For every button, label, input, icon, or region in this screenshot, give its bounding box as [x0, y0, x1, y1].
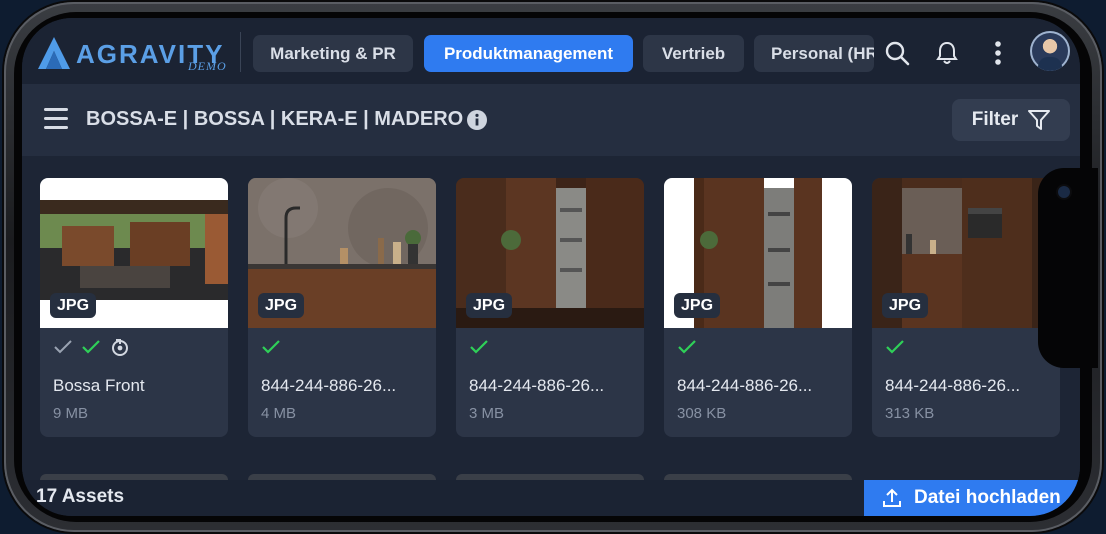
asset-card[interactable]: JPG Bossa Front 9 MB [40, 178, 228, 437]
file-type-badge: JPG [674, 293, 721, 318]
check-green-icon [886, 340, 904, 354]
collection-breadcrumb: BOSSA-E | BOSSA | KERA-E | MADERO [86, 108, 464, 130]
logo-sub: DEMO [188, 59, 227, 73]
status-icons [54, 338, 130, 356]
app-screen: AGRAVITY DEMO Marketing & PR Produktmana… [22, 18, 1080, 516]
check-green-icon [470, 340, 488, 354]
tab-vertrieb[interactable]: Vertrieb [643, 35, 744, 72]
check-green-icon [678, 340, 696, 354]
more-vertical-icon[interactable] [983, 38, 1013, 68]
logo-mark-icon [38, 37, 70, 69]
filter-label: Filter [971, 109, 1019, 130]
phone-camera-housing [1038, 168, 1098, 368]
filter-icon [1028, 110, 1051, 130]
search-icon[interactable] [882, 38, 912, 68]
check-green-icon [82, 340, 100, 354]
asset-title: Bossa Front [53, 376, 145, 395]
sync-icon [112, 339, 128, 356]
file-type-badge: JPG [258, 293, 305, 318]
asset-size: 3 MB [469, 405, 505, 422]
asset-size: 9 MB [53, 405, 89, 422]
tab-marketing[interactable]: Marketing & PR [253, 35, 413, 72]
asset-title: 844-244-886-26... [469, 376, 605, 395]
bell-icon[interactable] [932, 38, 962, 68]
collection-header: BOSSA-E | BOSSA | KERA-E | MADERO Filter [22, 84, 1080, 157]
upload-label: Datei hochladen [914, 487, 1061, 508]
status-icons [678, 338, 696, 356]
tab-personal[interactable]: Personal (HR) [754, 35, 874, 72]
status-icons [470, 338, 488, 356]
filter-button[interactable]: Filter [952, 99, 1070, 141]
footer-bar: 17 Assets Datei hochladen [22, 480, 1080, 516]
asset-card[interactable]: JPG 844-244-886-26... 313 KB [872, 178, 1060, 437]
status-icons [262, 338, 280, 356]
file-type-badge: JPG [466, 293, 513, 318]
asset-title: 844-244-886-26... [885, 376, 1021, 395]
check-grey-icon [54, 340, 72, 354]
upload-icon [883, 488, 901, 507]
asset-size: 313 KB [885, 405, 935, 422]
asset-size: 308 KB [677, 405, 727, 422]
asset-card[interactable]: JPG 844-244-886-26... 308 KB [664, 178, 852, 437]
check-green-icon [262, 340, 280, 354]
tab-produktmanagement[interactable]: Produktmanagement [424, 35, 633, 72]
asset-card[interactable]: JPG 844-244-886-26... 3 MB [456, 178, 644, 437]
asset-title: 844-244-886-26... [261, 376, 397, 395]
asset-card[interactable]: JPG 844-244-886-26... 4 MB [248, 178, 436, 437]
file-type-badge: JPG [50, 293, 97, 318]
menu-icon[interactable] [44, 108, 68, 130]
logo[interactable]: AGRAVITY DEMO [36, 33, 236, 75]
divider [240, 32, 241, 72]
top-bar: AGRAVITY DEMO Marketing & PR Produktmana… [22, 18, 1080, 84]
camera-icon [1058, 186, 1070, 198]
info-icon[interactable] [467, 110, 487, 130]
asset-count: 17 Assets [36, 486, 125, 507]
file-type-badge: JPG [882, 293, 929, 318]
upload-button[interactable]: Datei hochladen [864, 480, 1080, 516]
avatar[interactable] [1030, 31, 1070, 71]
avatar-body [1038, 57, 1062, 71]
asset-size: 4 MB [261, 405, 297, 422]
asset-title: 844-244-886-26... [677, 376, 813, 395]
status-icons [886, 338, 904, 356]
asset-grid: JPG Bossa Front 9 MB JPG 844-244-886-26.… [22, 156, 1080, 474]
